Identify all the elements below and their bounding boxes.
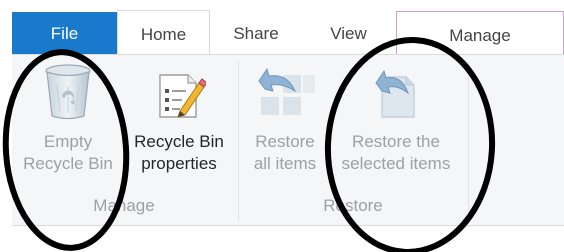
recycle-bin-properties-button[interactable]: Recycle Bin properties: [124, 61, 234, 175]
restore-selected-icon: [375, 69, 415, 118]
recycle-bin-icon: [45, 64, 91, 120]
tab-home[interactable]: Home: [117, 10, 210, 54]
empty-recycle-bin-label: Empty Recycle Bin: [23, 132, 113, 173]
restore-selected-items-label: Restore the selected items: [341, 132, 451, 173]
tab-file[interactable]: File: [12, 12, 117, 55]
ribbon-panel: Empty Recycle Bin Recycle Bin properties…: [12, 54, 564, 226]
ribbon-tab-strip: File Home Share View Manage: [0, 0, 564, 56]
restore-all-items-label: Restore all items: [253, 132, 317, 173]
tab-share[interactable]: Share: [212, 10, 300, 54]
group-label-manage: Manage: [93, 196, 155, 215]
tab-manage[interactable]: Manage: [396, 11, 564, 56]
group-divider: [468, 61, 469, 221]
empty-recycle-bin-button[interactable]: Empty Recycle Bin: [14, 61, 122, 175]
explorer-ribbon: File Home Share View Manage Empty Recycl…: [0, 0, 564, 252]
group-divider: [238, 61, 239, 221]
restore-all-icon: [258, 67, 315, 115]
recycle-bin-properties-label: Recycle Bin properties: [134, 132, 224, 173]
restore-all-items-button[interactable]: Restore all items: [242, 61, 328, 175]
tab-view[interactable]: View: [300, 10, 397, 54]
properties-icon: [159, 74, 206, 118]
group-label-restore: Restore: [323, 196, 383, 215]
restore-selected-items-button[interactable]: Restore the selected items: [328, 61, 464, 175]
